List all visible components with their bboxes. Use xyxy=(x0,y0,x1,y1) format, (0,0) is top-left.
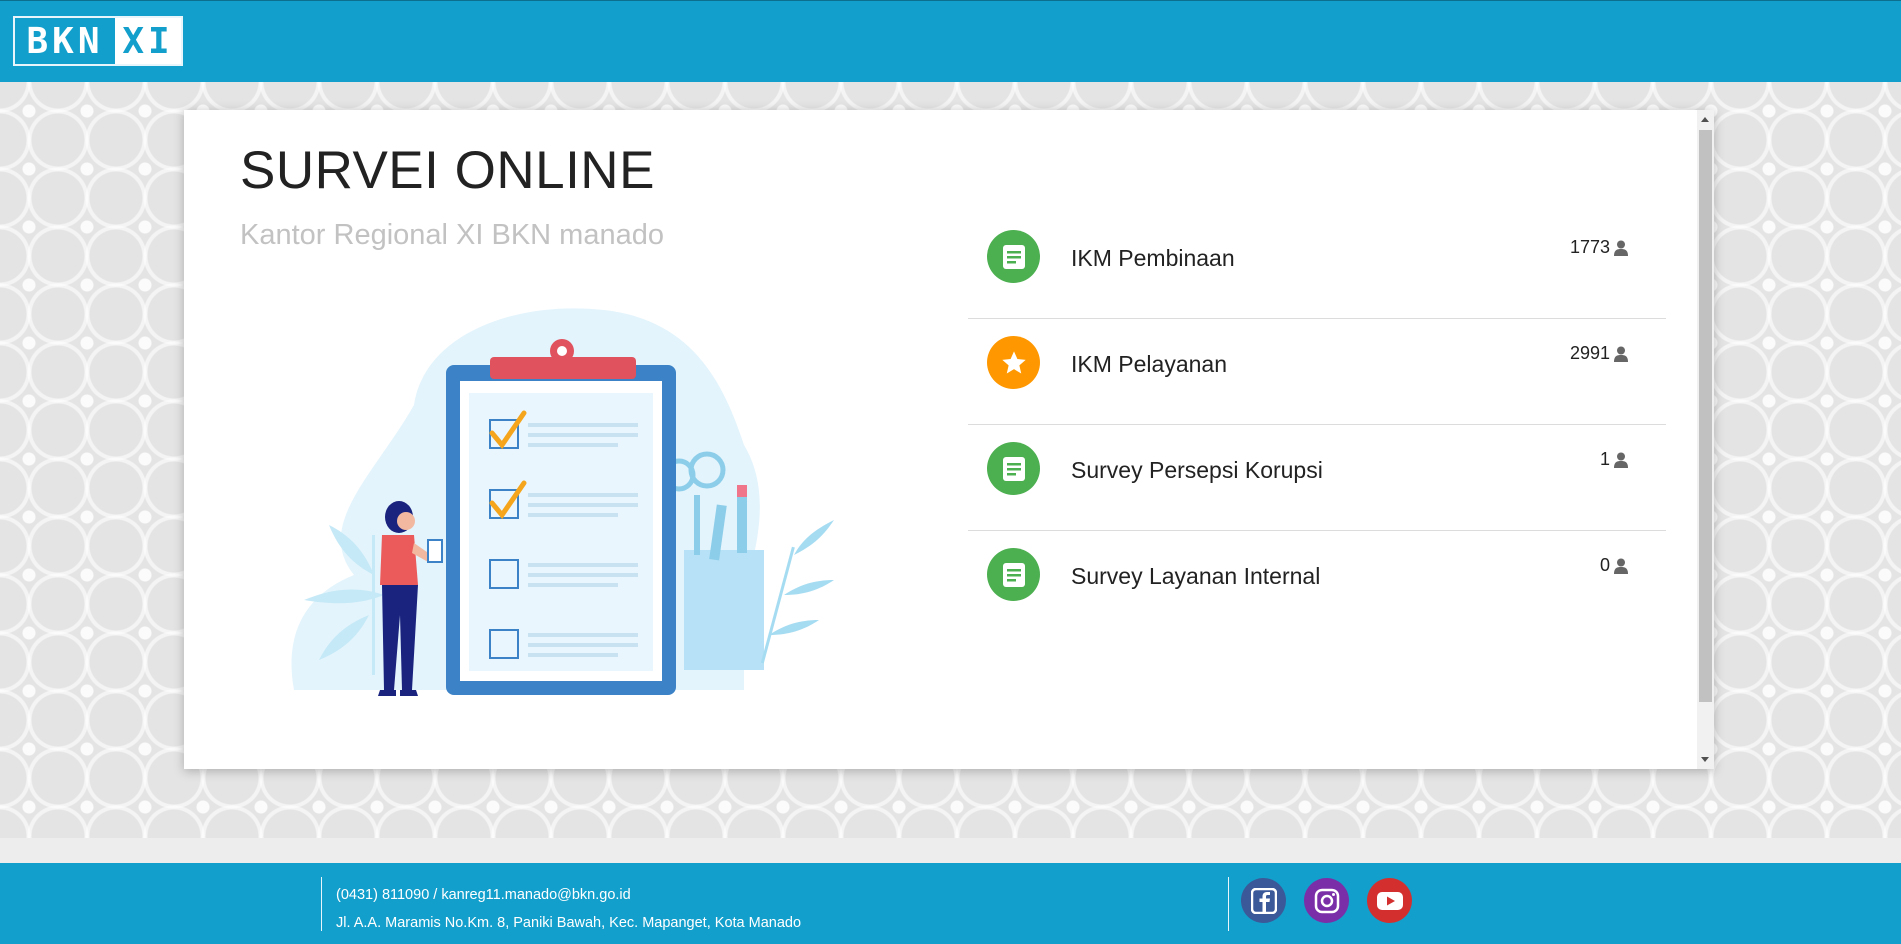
clipboard-illustration xyxy=(291,308,834,696)
footer-contact-info: (0431) 811090 / kanreg11.manado@bkn.go.i… xyxy=(336,881,801,937)
respondent-count: 1 xyxy=(1600,449,1628,470)
footer-address: Jl. A.A. Maramis No.Km. 8, Paniki Bawah,… xyxy=(336,915,802,931)
user-icon xyxy=(1614,346,1628,362)
survey-label: Survey Layanan Internal xyxy=(1071,563,1321,589)
instagram-icon[interactable] xyxy=(1304,878,1349,923)
count-value: 1 xyxy=(1599,449,1610,469)
footer: (0431) 811090 / kanreg11.manado@bkn.go.i… xyxy=(0,863,1901,944)
user-icon xyxy=(1614,452,1628,468)
user-icon xyxy=(1614,240,1628,256)
logo-text-xi: XI xyxy=(115,18,181,64)
respondent-count: 2991 xyxy=(1570,343,1628,364)
user-icon xyxy=(1614,558,1628,574)
footer-spacer xyxy=(0,838,1901,863)
respondent-count: 1773 xyxy=(1570,237,1628,258)
document-icon xyxy=(987,442,1040,495)
logo-text-bkn: BKN xyxy=(15,18,115,64)
scrollbar-thumb[interactable] xyxy=(1699,130,1712,702)
survey-label: IKM Pembinaan xyxy=(1071,245,1235,271)
survey-list: IKM Pembinaan 1773 IKM Pelayanan 2991 Su… xyxy=(968,213,1666,636)
page-subtitle: Kantor Regional XI BKN manado xyxy=(240,219,664,251)
card-scrollbar[interactable] xyxy=(1697,110,1714,769)
respondent-count: 0 xyxy=(1600,555,1628,576)
bkn-logo[interactable]: BKN XI xyxy=(13,16,183,66)
survey-item-layanan-internal[interactable]: Survey Layanan Internal 0 xyxy=(968,531,1666,636)
survey-item-persepsi-korupsi[interactable]: Survey Persepsi Korupsi 1 xyxy=(968,425,1666,531)
count-value: 1773 xyxy=(1569,237,1610,257)
count-value: 0 xyxy=(1599,555,1610,575)
scroll-up-arrow-icon[interactable] xyxy=(1701,117,1709,122)
top-header: BKN XI xyxy=(0,0,1901,82)
scroll-down-arrow-icon[interactable] xyxy=(1701,757,1709,762)
star-icon xyxy=(987,336,1040,389)
survey-item-ikm-pelayanan[interactable]: IKM Pelayanan 2991 xyxy=(968,319,1666,425)
count-value: 2991 xyxy=(1569,343,1610,363)
footer-divider-left xyxy=(321,877,322,931)
footer-divider-right xyxy=(1228,877,1229,931)
page-title: SURVEI ONLINE xyxy=(240,141,655,200)
document-icon xyxy=(987,548,1040,601)
survey-label: Survey Persepsi Korupsi xyxy=(1071,457,1323,483)
youtube-icon[interactable] xyxy=(1367,878,1412,923)
survey-label: IKM Pelayanan xyxy=(1071,351,1227,377)
survey-card: SURVEI ONLINE Kantor Regional XI BKN man… xyxy=(184,110,1714,769)
survey-item-ikm-pembinaan[interactable]: IKM Pembinaan 1773 xyxy=(968,213,1666,319)
facebook-icon[interactable] xyxy=(1241,878,1286,923)
document-icon xyxy=(987,230,1040,283)
footer-contact: (0431) 811090 / kanreg11.manado@bkn.go.i… xyxy=(336,887,631,903)
